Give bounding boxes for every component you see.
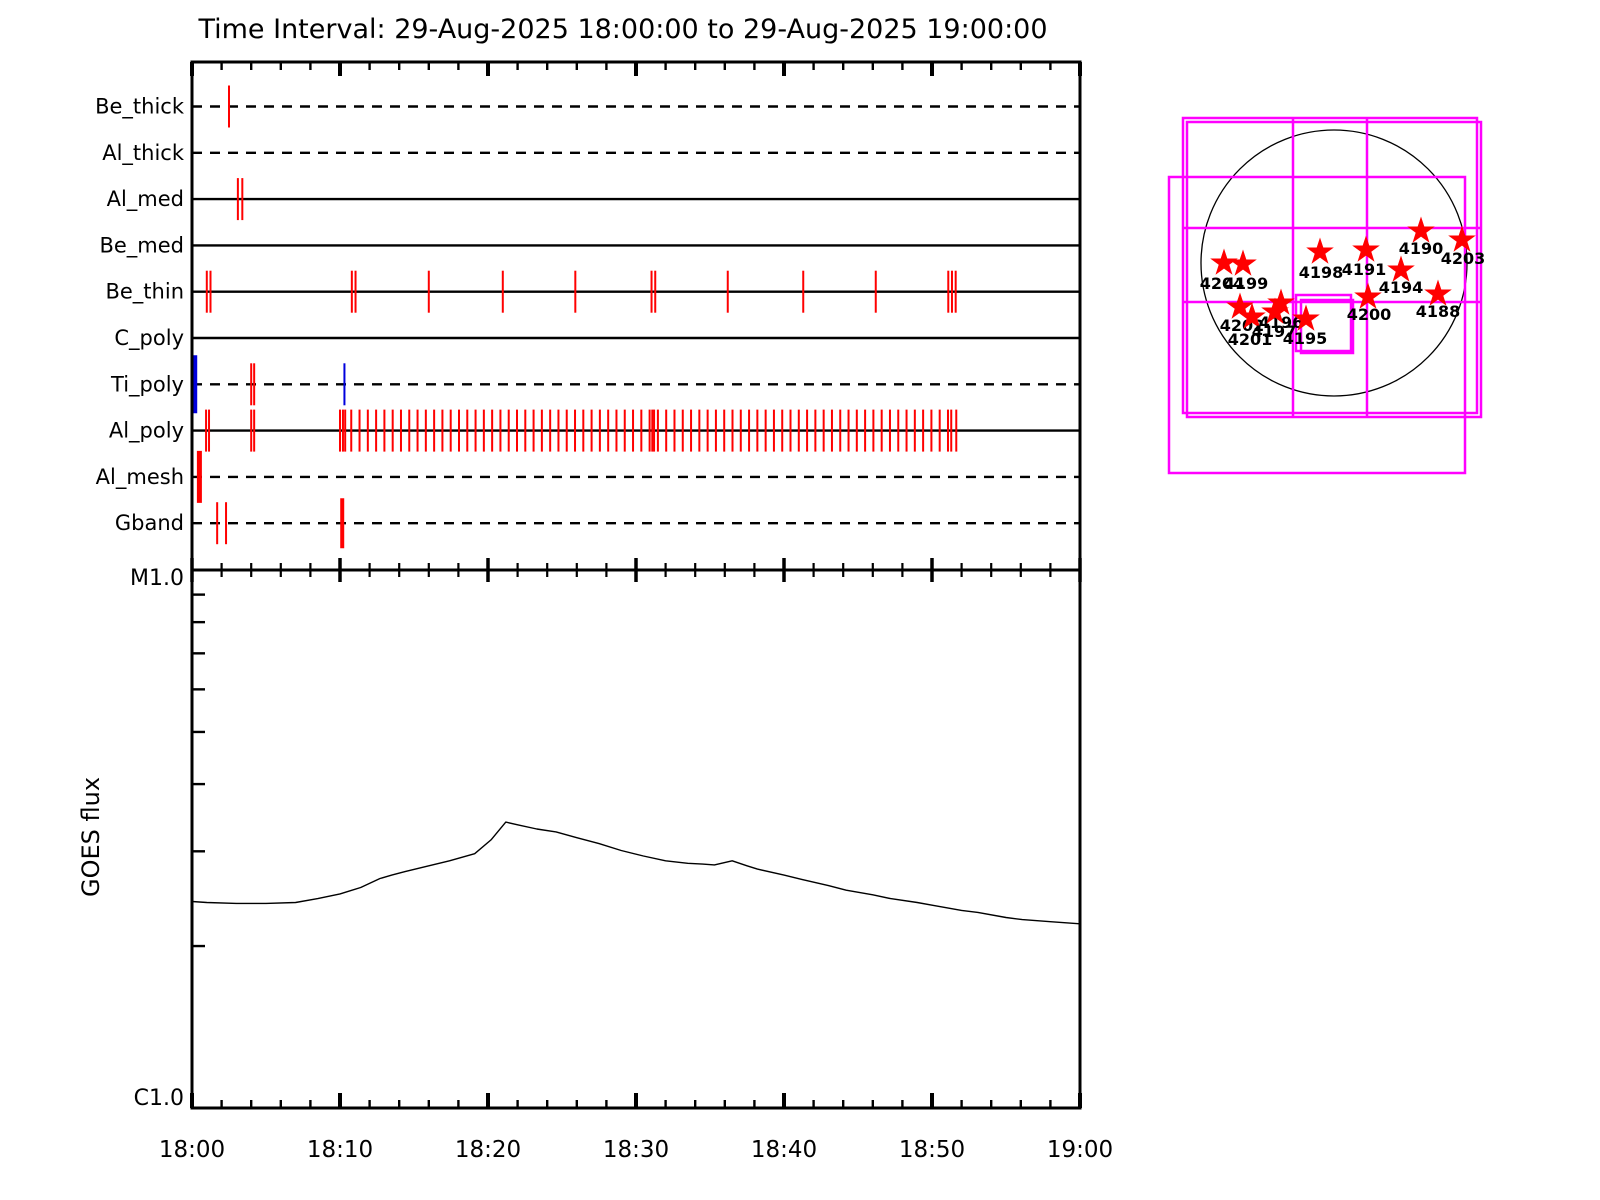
goes-ytick-label-bottom: C1.0 <box>134 1086 184 1111</box>
active-region-label-4198: 4198 <box>1299 263 1344 282</box>
active-region-label-4203: 4203 <box>1441 249 1486 268</box>
channel-label-Gband: Gband <box>115 511 184 535</box>
channel-label-Be_med: Be_med <box>99 233 184 258</box>
channel-label-Be_thick: Be_thick <box>95 95 185 120</box>
time-tick-label-19:00: 19:00 <box>1047 1137 1113 1163</box>
channel-label-Al_poly: Al_poly <box>109 419 184 444</box>
channel-label-C_poly: C_poly <box>114 326 184 351</box>
screenshot-root: Time Interval: 29-Aug-2025 18:00:00 to 2… <box>0 0 1600 1200</box>
time-tick-label-18:10: 18:10 <box>307 1137 373 1163</box>
active-region-label-4199: 4199 <box>1224 274 1269 293</box>
active-region-label-4188: 4188 <box>1416 302 1461 321</box>
time-tick-label-18:40: 18:40 <box>751 1137 817 1163</box>
active-region-label-4195: 4195 <box>1283 329 1328 348</box>
goes-flux-axis-label: GOES flux <box>77 776 105 898</box>
channel-label-Al_thick: Al_thick <box>102 141 185 166</box>
active-region-star-4199 <box>1229 249 1257 276</box>
goes-flux-panel: M1.0 C1.0 18:00 18:10 18:20 18:30 18:40 18:50 19… <box>130 566 1113 1163</box>
channel-label-Al_med: Al_med <box>107 187 184 212</box>
active-region-star-4203 <box>1448 225 1476 252</box>
plot-canvas: Be_thick Al_thick Al_med Be_med Be_thin C_pol… <box>95 60 1486 1163</box>
time-tick-label-18:50: 18:50 <box>899 1137 965 1163</box>
active-region-star-4198 <box>1306 237 1334 264</box>
time-tick-label-18:20: 18:20 <box>455 1137 521 1163</box>
timeline-frame <box>190 60 1082 572</box>
channel-label-Al_mesh: Al_mesh <box>96 465 184 490</box>
page-title: Time Interval: 29-Aug-2025 18:00:00 to 2… <box>198 14 1048 45</box>
active-region-label-4200: 4200 <box>1347 305 1392 324</box>
time-tick-label-18:00: 18:00 <box>159 1137 225 1163</box>
goes-flux-curve <box>191 821 1081 925</box>
solar-disk-map: 42044199419841914190420341944200 41884202… <box>1167 116 1486 475</box>
time-tick-label-18:30: 18:30 <box>603 1137 669 1163</box>
goes-ytick-label-top: M1.0 <box>130 566 184 591</box>
channel-label-Ti_poly: Ti_poly <box>110 372 184 397</box>
goes-frame <box>190 568 1082 1110</box>
active-region-label-4190: 4190 <box>1399 239 1444 258</box>
active-region-label-4191: 4191 <box>1342 260 1387 279</box>
timeline-panel: Be_thick Al_thick Al_med Be_med Be_thin C_pol… <box>95 60 1082 582</box>
channel-label-Be_thin: Be_thin <box>105 280 184 305</box>
active-region-label-4194: 4194 <box>1379 278 1424 297</box>
